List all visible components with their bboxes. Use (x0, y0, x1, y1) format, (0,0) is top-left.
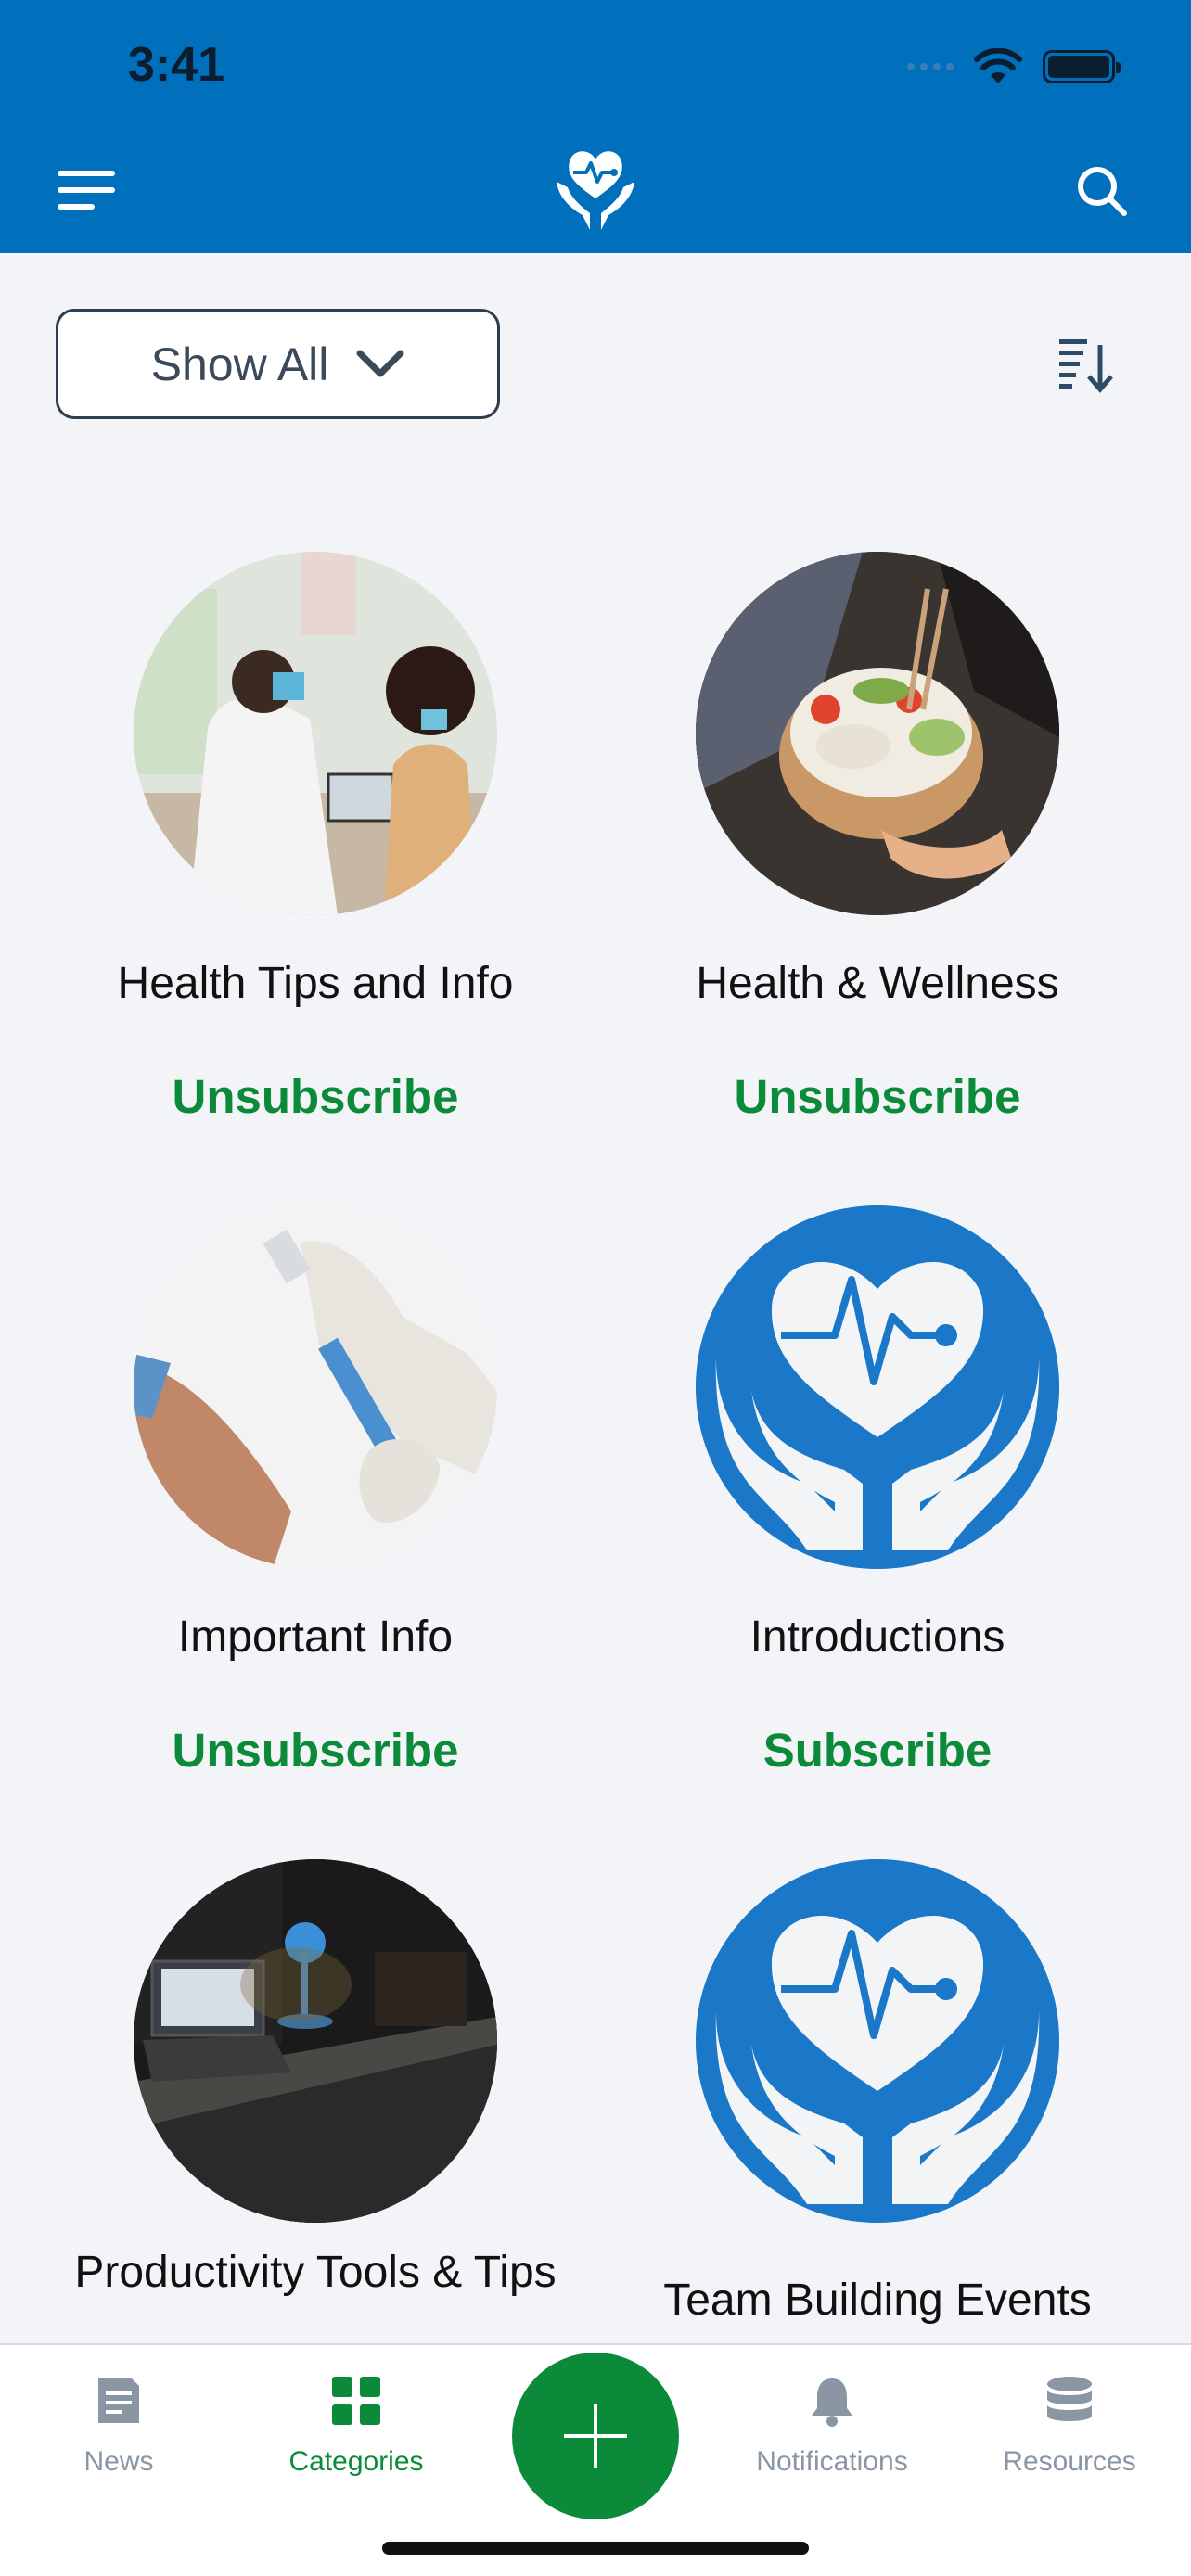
filter-value: Show All (150, 338, 329, 390)
tab-news[interactable]: News (26, 2373, 211, 2478)
menu-icon[interactable] (58, 167, 119, 213)
unsubscribe-button[interactable]: Unsubscribe (735, 1069, 1021, 1124)
database-icon (1047, 2377, 1092, 2421)
category-title: Important Info (177, 1613, 454, 1662)
wifi-icon (974, 48, 1022, 83)
category-card[interactable]: Health & Wellness Unsubscribe (618, 552, 1137, 1124)
category-title: Health Tips and Info (117, 959, 514, 1008)
category-image-salad-bowl (696, 552, 1059, 915)
category-card[interactable]: Health Tips and Info Unsubscribe (56, 552, 575, 1124)
status-time: 3:41 (128, 38, 225, 92)
heart-hands-icon (696, 1205, 1059, 1569)
tab-label: Notifications (756, 2446, 908, 2477)
search-icon[interactable] (1074, 163, 1130, 219)
category-title: Team Building Events (663, 2276, 1092, 2325)
app-header: 3:41 (0, 0, 1191, 253)
unsubscribe-button[interactable]: Unsubscribe (173, 1723, 459, 1778)
tab-label: Categories (288, 2446, 424, 2477)
category-title: Productivity Tools & Tips (74, 2248, 557, 2297)
heart-hands-icon (696, 1859, 1059, 2223)
add-post-button[interactable] (512, 2353, 679, 2519)
bell-icon (812, 2378, 852, 2427)
category-title: Introductions (749, 1613, 1005, 1662)
cellular-signal-icon (907, 63, 954, 70)
tab-label: News (83, 2446, 154, 2477)
tab-label: Resources (1003, 2446, 1136, 2477)
category-title: Health & Wellness (696, 959, 1059, 1008)
news-icon (98, 2378, 139, 2423)
tab-notifications[interactable]: Notifications (739, 2373, 925, 2478)
subscribe-button[interactable]: Subscribe (763, 1723, 992, 1778)
sort-icon[interactable] (1056, 334, 1117, 395)
category-image-laptop-desk (134, 1859, 497, 2223)
category-card[interactable]: Team Building Events (618, 1859, 1137, 2328)
filter-dropdown[interactable]: Show All (56, 309, 500, 419)
tab-categories[interactable]: Categories (263, 2373, 449, 2478)
unsubscribe-button[interactable]: Unsubscribe (173, 1069, 459, 1124)
chevron-down-icon (356, 350, 404, 376)
status-icons (907, 48, 1121, 85)
battery-icon (1043, 50, 1121, 83)
heart-hands-logo (557, 151, 634, 230)
category-image-vaccine (134, 1205, 497, 1569)
category-card[interactable]: Productivity Tools & Tips (56, 1859, 575, 2301)
category-card[interactable]: Introductions Subscribe (618, 1205, 1137, 1778)
home-indicator[interactable] (382, 2542, 809, 2555)
categories-icon (332, 2377, 380, 2425)
category-card[interactable]: Important Info Unsubscribe (56, 1205, 575, 1778)
plus-icon (564, 2404, 627, 2468)
tab-resources[interactable]: Resources (977, 2373, 1162, 2478)
category-image-doctor-visit (134, 552, 497, 915)
